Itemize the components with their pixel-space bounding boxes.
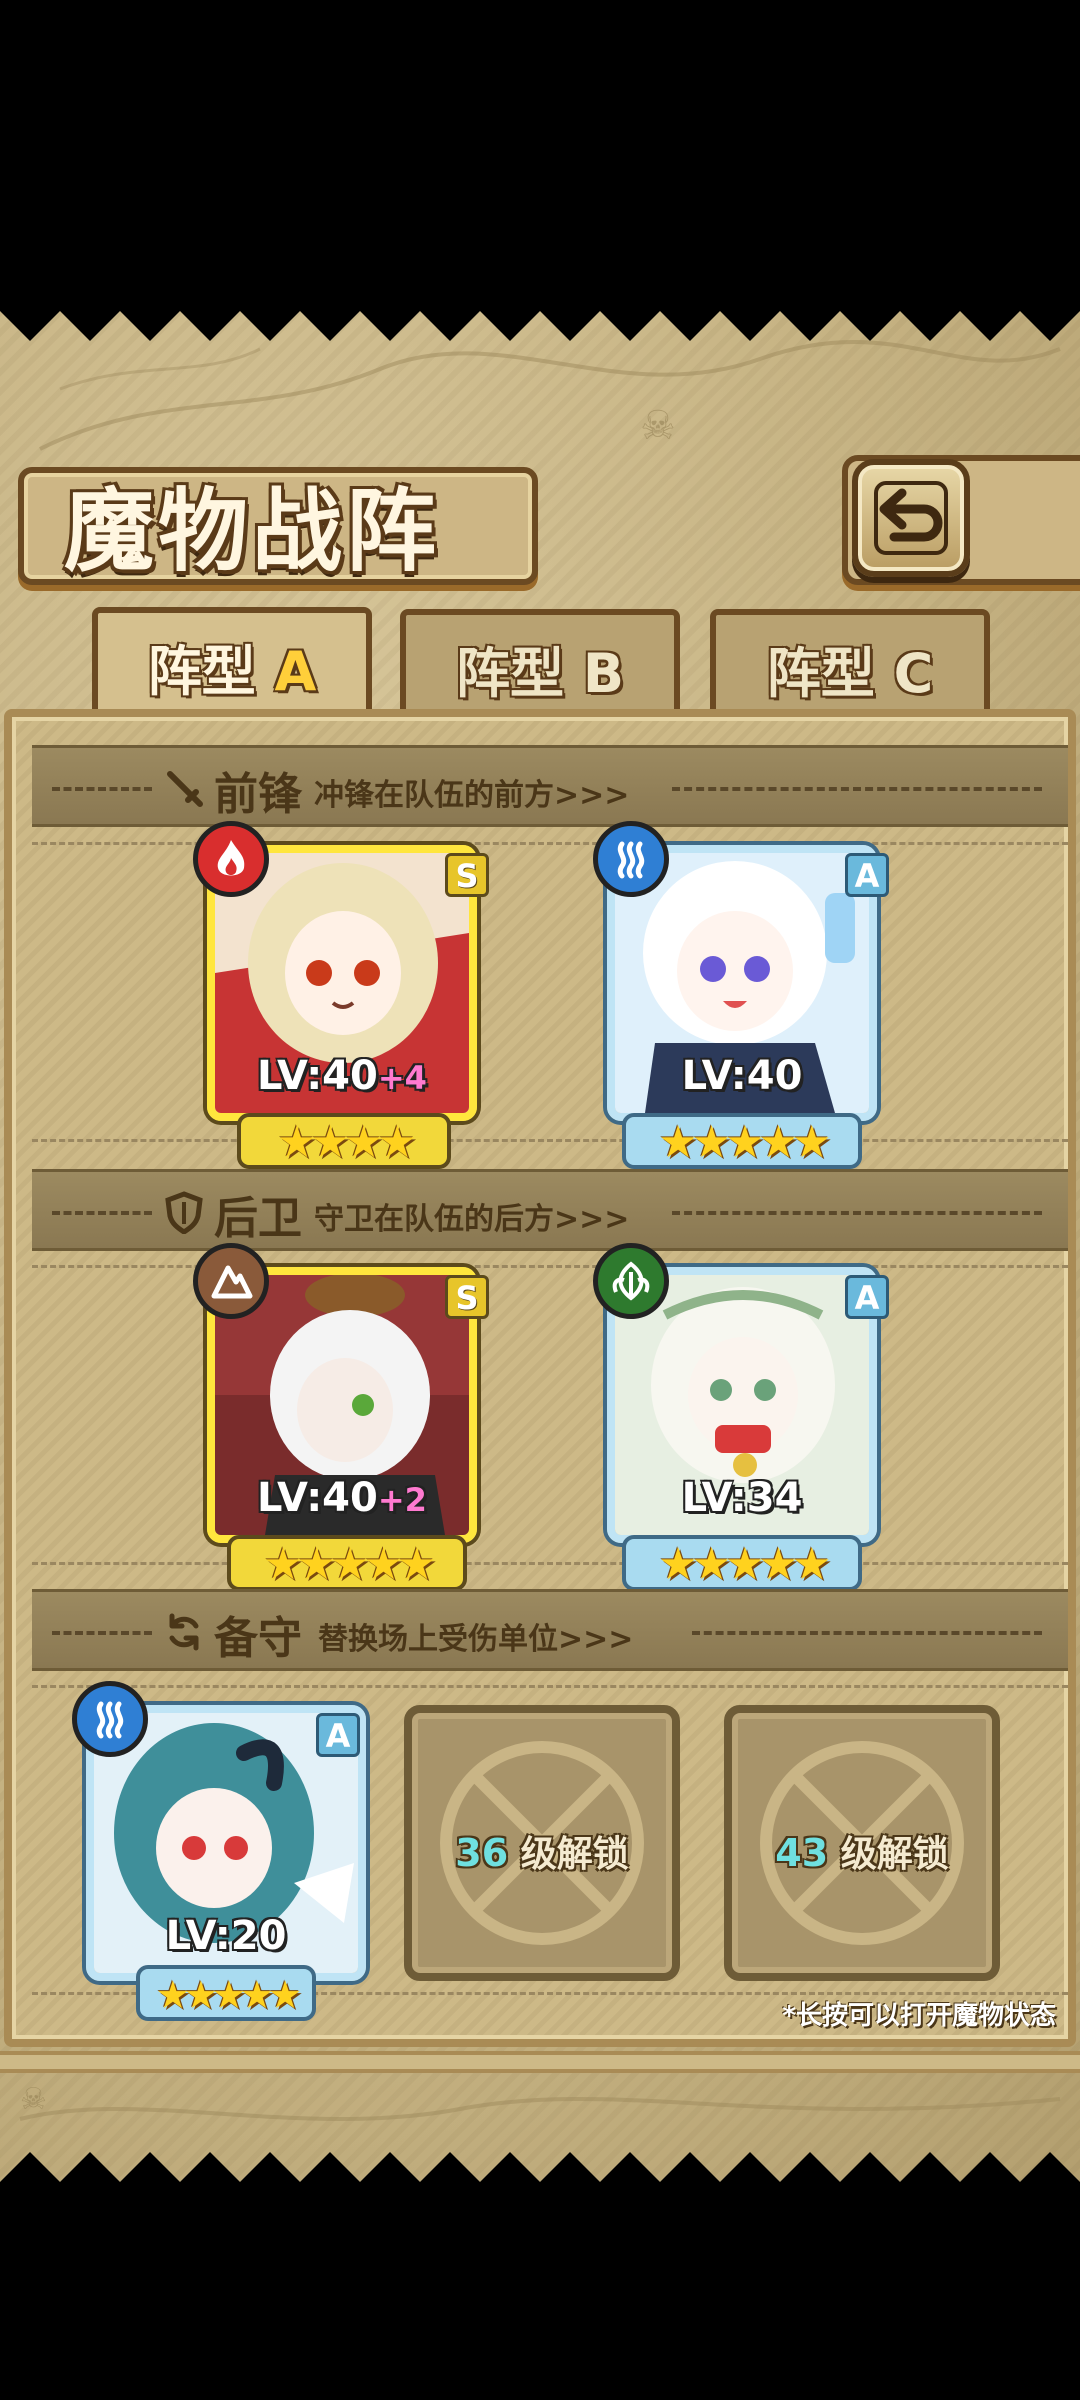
rank-badge: A [316,1713,360,1757]
section-header-rear: 后卫 守卫在队伍的后方>>> [32,1169,1068,1251]
unit-level: LV:34 [681,1475,803,1521]
star-rating: ★★★★★ [622,1535,862,1591]
element-badge [72,1681,148,1757]
sword-icon [167,771,203,807]
section-subtitle: 替换场上受伤单位>>> [318,1622,634,1657]
long-press-hint: *长按可以打开魔物状态 [782,2001,1056,2031]
tab-label: 阵型 C [766,642,934,705]
stars: ★★★★★ [263,1539,436,1590]
rear-row [32,1265,1068,1565]
stars: ★★★★ [277,1117,417,1168]
star-rating: ★★★★★ [136,1965,316,2021]
leaf-icon [612,1261,650,1301]
tab-formation-a[interactable]: 阵型 A [92,607,372,719]
section-subtitle: 冲锋在队伍的前方>>> [314,778,630,813]
rank-badge: S [445,1275,489,1319]
element-badge [593,821,669,897]
map-decoration: ☠ [19,2082,1061,2121]
page-title: 魔物战阵 [64,478,440,584]
svg-text:☠: ☠ [20,2082,47,2117]
fire-icon [217,840,245,876]
title-plate: 魔物战阵 [18,467,538,585]
earth-icon [211,1265,253,1299]
section-header-reserve: 备守 替换场上受伤单位>>> [32,1589,1068,1671]
element-badge [593,1243,669,1319]
swap-icon [169,1613,199,1651]
formation-board: 前锋 冲锋在队伍的前方>>> LV:40+4 S ★★★★ LV:40 A ★★… [4,709,1076,2047]
back-button[interactable] [852,459,970,577]
svg-text:☠: ☠ [640,403,676,449]
unlock-requirement: 43 级解锁 [775,1831,949,1875]
tab-formation-c[interactable]: 阵型 C [710,609,990,711]
section-title: 备守 [214,1613,302,1664]
section-title: 前锋 [214,769,302,820]
zigzag-bottom-edge [0,2152,1080,2204]
tab-label: 阵型 B [456,642,624,705]
tab-formation-b[interactable]: 阵型 B [400,609,680,711]
section-title: 后卫 [214,1193,302,1244]
unlock-requirement: 36 级解锁 [455,1831,629,1875]
bottom-rail [0,2051,1080,2073]
stars: ★★★★★ [658,1117,831,1168]
star-rating: ★★★★ [237,1113,451,1169]
return-arrow-icon [874,481,948,555]
front-row [32,842,1068,1142]
water-icon [96,1701,124,1739]
star-rating: ★★★★★ [227,1535,467,1591]
shield-icon [165,1191,203,1234]
stars: ★★★★★ [658,1539,831,1590]
unit-level: LV:40 [681,1053,803,1099]
locked-slot[interactable]: 43 级解锁 [724,1705,1000,1981]
unit-level: LV:40+2 [257,1475,427,1521]
section-header-front: 前锋 冲锋在队伍的前方>>> [32,745,1068,827]
water-icon [617,841,645,879]
unit-level: LV:20 [165,1913,287,1959]
rank-badge: A [845,1275,889,1319]
map-decoration: ☠ [39,339,1061,451]
stars: ★★★★★ [155,1973,302,2017]
element-badge [193,1243,269,1319]
rank-badge: S [445,853,489,897]
rank-badge: A [845,853,889,897]
element-badge [193,821,269,897]
section-subtitle: 守卫在队伍的后方>>> [314,1202,630,1237]
formation-panel: ☠ 魔物战阵 阵型 A 阵型 B 阵型 C 前锋 冲锋在队伍的前方>>> LV:… [0,289,1080,2204]
star-rating: ★★★★★ [622,1113,862,1169]
unit-level: LV:40+4 [257,1053,427,1099]
tab-label: 阵型 A [147,640,317,703]
locked-slot[interactable]: 36 级解锁 [404,1705,680,1981]
